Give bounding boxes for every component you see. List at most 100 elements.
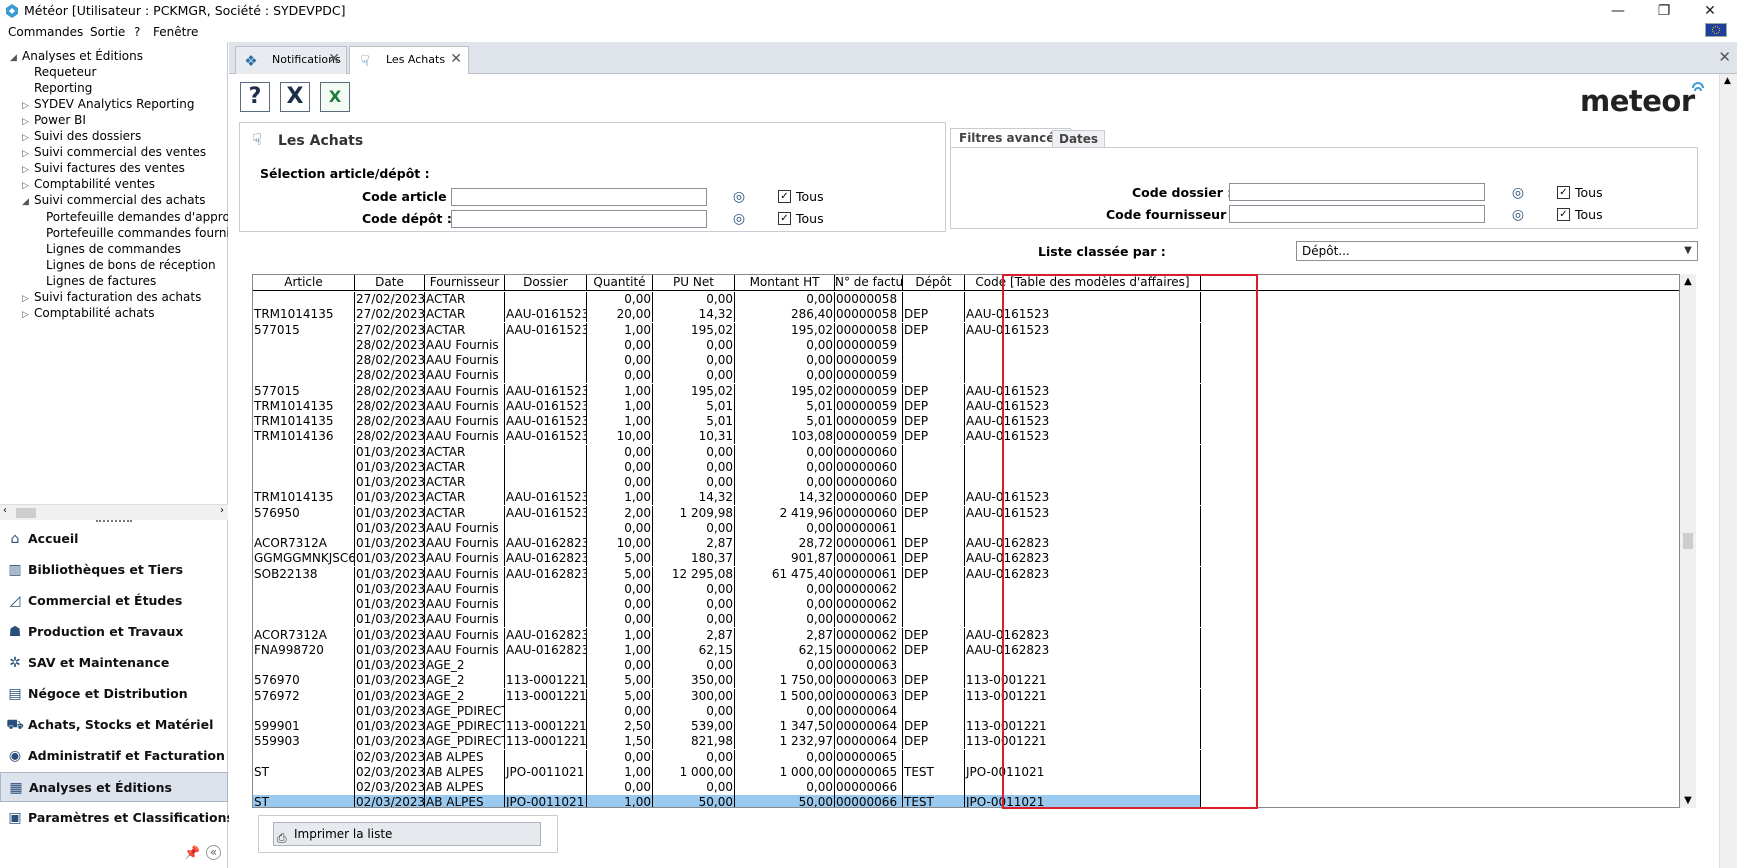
tree-item[interactable]: Lignes de factures (34, 273, 156, 289)
tree-item[interactable]: Lignes de bons de réception (34, 257, 216, 273)
code-dossier-input[interactable] (1229, 183, 1485, 201)
collapse-icon[interactable]: « (206, 845, 221, 860)
tree-item[interactable]: ▷ Comptabilité ventes (22, 176, 155, 192)
table-cell: AAU Fournis (425, 581, 505, 597)
scroll-down-icon[interactable]: ▼ (1680, 795, 1696, 806)
scroll-up-icon[interactable]: ▲ (1724, 76, 1731, 86)
menu-commandes[interactable]: Commandes (8, 25, 83, 39)
table-cell: 50,00 (735, 795, 835, 807)
nav-item[interactable]: ▥ Bibliothèques et Tiers (0, 555, 228, 585)
column-header[interactable]: Dossier (505, 275, 587, 291)
menu-sortie[interactable]: Sortie (90, 25, 125, 39)
search-fournisseur-icon[interactable]: ◎ (1509, 206, 1527, 224)
nav-item[interactable]: ⌂ Accueil (0, 524, 228, 554)
tous-dossier-checkbox[interactable]: ✓ (1557, 186, 1570, 199)
tree-item[interactable]: ▷ SYDEV Analytics Reporting (22, 96, 194, 112)
tab-dates[interactable]: Dates (1052, 130, 1106, 148)
nav-item[interactable]: ✲ SAV et Maintenance (0, 648, 228, 678)
tree-horizontal-scrollbar[interactable]: ‹ › (0, 504, 228, 520)
tab-notifications[interactable]: ❖ Notifications ✕ (235, 46, 347, 74)
nav-item[interactable]: ▣ Paramètres et Classifications (0, 803, 234, 833)
column-header[interactable]: PU Net (653, 275, 735, 291)
table-cell: 00000064 (835, 719, 903, 735)
table-cell (505, 658, 587, 674)
column-header[interactable]: N° de factur (835, 275, 903, 291)
code-depot-input[interactable] (451, 210, 707, 228)
table-cell: 00000062 (835, 581, 903, 597)
help-button[interactable]: ? (240, 82, 270, 112)
table-cell: 00000060 (835, 490, 903, 506)
tab-close-icon[interactable]: ✕ (328, 51, 340, 67)
chevron-down-icon[interactable]: ▼ (1680, 243, 1696, 259)
tous-article-checkbox[interactable]: ✓ (778, 190, 791, 203)
main-vertical-scrollbar[interactable]: ▲ (1719, 74, 1737, 868)
pin-icon[interactable]: 📌 (184, 846, 200, 861)
table-cell: AAU-0162823 (506, 642, 587, 658)
expander-icon[interactable]: ◢ (22, 194, 34, 210)
tree-item[interactable]: ◢ Suivi commercial des achats (22, 192, 206, 208)
grid-vertical-scrollbar[interactable]: ▲ ▼ (1680, 274, 1696, 808)
excel-export-button[interactable]: X (320, 82, 350, 112)
scroll-up-icon[interactable]: ▲ (1680, 276, 1696, 287)
search-depot-icon[interactable]: ◎ (730, 210, 748, 228)
table-cell: DEP (903, 734, 965, 750)
scrollbar-thumb[interactable] (16, 508, 36, 518)
print-list-button[interactable]: ⎙ Imprimer la liste (273, 822, 541, 846)
table-cell (253, 780, 355, 796)
tree-item[interactable]: ▷ Comptabilité achats (22, 305, 154, 321)
search-dossier-icon[interactable]: ◎ (1509, 184, 1527, 202)
tree-item[interactable]: Requeteur (22, 64, 96, 80)
minimize-button[interactable]: — (1595, 0, 1641, 22)
tous-label: Tous (796, 211, 824, 226)
tab-les-achats[interactable]: ☟ Les Achats ✕ (349, 46, 469, 75)
column-header[interactable]: Fournisseur (425, 275, 505, 291)
table-cell: 0,00 (653, 368, 735, 384)
tree-item[interactable]: ▷ Power BI (22, 112, 86, 128)
tree-item[interactable]: Lignes de commandes (34, 241, 181, 257)
menu-help[interactable]: ? (134, 25, 140, 39)
restore-button[interactable]: ❐ (1641, 0, 1687, 22)
nav-item[interactable]: ◉ Administratif et Facturation (0, 741, 228, 771)
sort-select[interactable]: Dépôt... ▼ (1296, 241, 1698, 261)
table-cell: 0,00 (653, 475, 735, 491)
tree-item[interactable]: ▷ Suivi factures des ventes (22, 160, 185, 176)
tous-fournisseur-checkbox[interactable]: ✓ (1557, 208, 1570, 221)
tree-item[interactable]: ▷ Suivi facturation des achats (22, 289, 201, 305)
table-cell: 0,00 (653, 658, 735, 674)
tree-item[interactable]: Portefeuille demandes d'appro. (34, 209, 228, 225)
expander-icon[interactable]: ▷ (22, 307, 34, 323)
tree-item[interactable]: ▷ Suivi des dossiers (22, 128, 141, 144)
code-fournisseur-input[interactable] (1229, 205, 1485, 223)
window-close-button[interactable]: ✕ (1687, 0, 1733, 22)
close-form-button[interactable]: X (280, 82, 310, 112)
column-header[interactable]: Quantité (587, 275, 653, 291)
nav-item[interactable]: ▤ Négoce et Distribution (0, 679, 228, 709)
expander-icon[interactable]: ◢ (10, 50, 22, 66)
tree-item-label: Portefeuille commandes fournisseurs (46, 225, 228, 240)
scrollbar-thumb[interactable] (1683, 533, 1693, 549)
tree-item[interactable]: ▷ Suivi commercial des ventes (22, 144, 206, 160)
table-cell: 0,00 (653, 444, 735, 460)
nav-item[interactable]: ⛟ Achats, Stocks et Matériel (0, 710, 228, 740)
scroll-right-icon[interactable]: › (220, 505, 224, 516)
header-divider (1201, 290, 1679, 291)
column-header[interactable]: Montant HT (735, 275, 835, 291)
menu-fenetre[interactable]: Fenêtre (153, 25, 198, 39)
column-header[interactable]: Date (355, 275, 425, 291)
column-header[interactable]: Dépôt (903, 275, 965, 291)
nav-item[interactable]: ☗ Production et Travaux (0, 617, 228, 647)
tous-depot-checkbox[interactable]: ✓ (778, 212, 791, 225)
tree-item[interactable]: Reporting (22, 80, 92, 96)
tree-item[interactable]: Portefeuille commandes fournisseurs (34, 225, 228, 241)
results-grid[interactable]: Article Date Fournisseur Dossier Quantité PU … (252, 274, 1680, 808)
nav-item[interactable]: ◿ Commercial et Études (0, 586, 228, 616)
tree-item[interactable]: ◢ Analyses et Éditions (10, 48, 143, 64)
tab-close-icon[interactable]: ✕ (450, 51, 462, 67)
search-article-icon[interactable]: ◎ (730, 188, 748, 206)
scroll-left-icon[interactable]: ‹ (3, 505, 7, 516)
table-cell: 599901 (253, 719, 355, 735)
column-header[interactable]: Article (253, 275, 355, 291)
close-all-tabs-icon[interactable]: ✕ (1718, 48, 1731, 66)
code-article-input[interactable] (451, 188, 707, 206)
nav-item[interactable]: ▦ Analyses et Éditions (0, 772, 228, 802)
